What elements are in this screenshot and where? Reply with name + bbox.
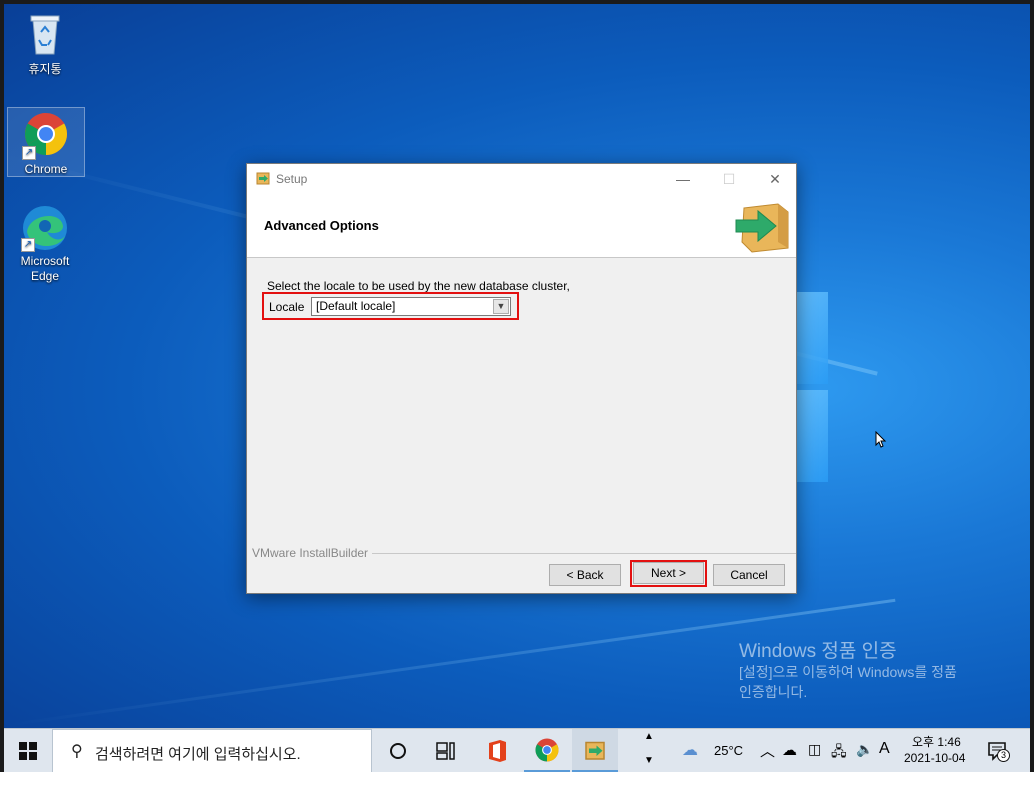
watermark-line: 인증합니다.: [739, 684, 808, 700]
activation-watermark-title: Windows 정품 인증: [739, 641, 897, 662]
clock-time: 오후 1:46: [912, 735, 961, 749]
search-icon: ⚲: [71, 743, 83, 760]
locale-label: Locale: [269, 300, 305, 314]
clock-date: 2021-10-04: [904, 751, 966, 765]
installer-brand: VMware InstallBuilder: [252, 546, 373, 560]
page-title: Advanced Options: [264, 218, 379, 233]
cancel-button[interactable]: Cancel: [713, 564, 785, 586]
weather-widget[interactable]: ☁ 25°C: [680, 729, 752, 773]
chrome-icon: ↗: [22, 112, 70, 160]
desktop-icon-chrome[interactable]: ↗ Chrome: [7, 107, 85, 177]
installer-icon: [256, 172, 270, 185]
notification-center-button[interactable]: 3: [987, 741, 1010, 762]
taskbar: ⚲ 검색하려면 여기에 입력하십시오. ▲ ▼ ☁ 25°C ︿ ☁ ◫ 🖧 🔈…: [4, 728, 1030, 773]
weather-icon: ☁: [682, 742, 698, 759]
watermark-line: [설정]으로 이동하여 Windows를 정품: [739, 664, 957, 680]
taskbar-search-box[interactable]: ⚲ 검색하려면 여기에 입력하십시오.: [52, 729, 372, 773]
chevron-down-icon[interactable]: ▼: [644, 755, 654, 766]
clock[interactable]: 오후 1:46 2021-10-04: [902, 729, 972, 773]
back-button[interactable]: < Back: [549, 564, 621, 586]
wizard-header: Advanced Options: [247, 194, 796, 258]
maximize-button: ☐: [722, 171, 736, 187]
chrome-icon: [535, 738, 559, 762]
desktop-icon-label: Microsoft Edge: [20, 254, 70, 283]
windows-logo-pane: [794, 292, 828, 384]
locale-selected-value: [Default locale]: [316, 299, 396, 313]
installer-taskbar-button[interactable]: [572, 729, 618, 773]
chevron-up-icon[interactable]: ︿: [760, 740, 775, 761]
locale-select[interactable]: [Default locale] ▼: [311, 297, 511, 316]
taskbar-scroll[interactable]: ▲ ▼: [640, 729, 658, 773]
cortana-icon: [390, 743, 406, 759]
installer-icon: [585, 741, 605, 760]
wizard-body: Select the locale to be used by the new …: [247, 258, 796, 594]
shortcut-arrow-icon: ↗: [21, 238, 35, 252]
desktop-icon-edge[interactable]: ↗ Microsoft Edge: [6, 204, 84, 284]
host-status-strip: [0, 772, 1034, 797]
office-taskbar-button[interactable]: [474, 729, 520, 773]
task-view-icon: [436, 742, 455, 760]
chrome-taskbar-button[interactable]: [524, 729, 570, 773]
setup-dialog: Setup — ☐ ✕ Advanced Options Select the …: [246, 163, 797, 594]
ime-indicator[interactable]: A: [879, 740, 890, 758]
close-button[interactable]: ✕: [752, 164, 798, 194]
mouse-cursor-icon: [875, 431, 887, 448]
cortana-button[interactable]: [376, 729, 420, 773]
minimize-button[interactable]: —: [660, 164, 706, 194]
activation-watermark-text: [설정]으로 이동하여 Windows를 정품 인증합니다.: [739, 662, 957, 702]
next-highlight: Next >: [630, 560, 707, 587]
desktop-icon-recycle-bin[interactable]: 휴지통: [6, 10, 84, 77]
desktop-icon-label: Chrome: [24, 162, 68, 176]
recycle-bin-icon: [21, 10, 69, 58]
chevron-down-icon[interactable]: ▼: [493, 299, 509, 314]
locale-highlight: Locale [Default locale] ▼: [262, 292, 519, 320]
notification-count-badge: 3: [997, 749, 1010, 762]
network-icon[interactable]: 🖧: [831, 741, 847, 765]
title-bar[interactable]: Setup — ☐ ✕: [247, 164, 796, 194]
weather-temperature: 25°C: [714, 743, 744, 758]
window-title: Setup: [276, 172, 308, 186]
desktop-icon-label: 휴지통: [28, 62, 62, 76]
onedrive-icon[interactable]: ☁: [782, 741, 797, 759]
search-placeholder: 검색하려면 여기에 입력하십시오.: [95, 746, 301, 763]
volume-icon[interactable]: 🔈: [856, 741, 873, 758]
edge-icon: ↗: [21, 204, 69, 252]
task-view-button[interactable]: [424, 729, 468, 773]
start-button[interactable]: [4, 729, 52, 773]
chevron-up-icon[interactable]: ▲: [644, 731, 654, 742]
locale-description: Select the locale to be used by the new …: [267, 279, 570, 293]
installer-box-icon: [735, 203, 789, 253]
office-icon: [489, 740, 506, 762]
next-button[interactable]: Next >: [633, 562, 704, 584]
meet-now-icon[interactable]: ◫: [808, 741, 821, 758]
windows-start-icon: [19, 742, 37, 760]
windows-logo-pane: [794, 390, 828, 482]
shortcut-arrow-icon: ↗: [22, 146, 36, 160]
